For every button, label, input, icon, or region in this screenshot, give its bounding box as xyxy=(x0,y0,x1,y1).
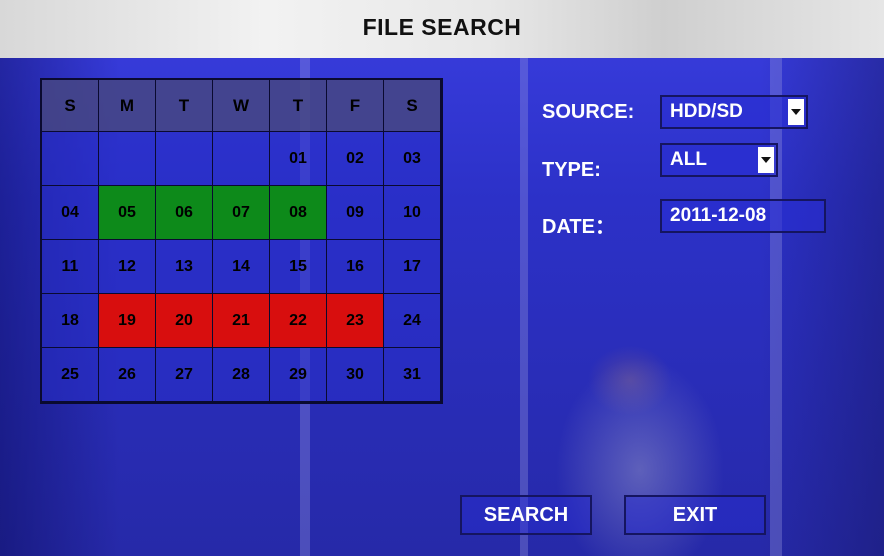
calendar-day-08[interactable]: 08 xyxy=(270,186,327,240)
calendar-day-07[interactable]: 07 xyxy=(213,186,270,240)
calendar-day-06[interactable]: 06 xyxy=(156,186,213,240)
date-field[interactable]: 2011-12-08 xyxy=(660,199,826,233)
weekday-header: S xyxy=(42,80,99,132)
calendar-empty-cell xyxy=(99,132,156,186)
type-value: ALL xyxy=(670,149,707,170)
source-label: SOURCE: xyxy=(542,101,635,123)
weekday-header: S xyxy=(384,80,441,132)
calendar-grid: S M T W T F S 01 02 03 04 05 06 07 08 09 10 11 12 13 14 15 16 1… xyxy=(40,78,443,404)
chevron-down-icon[interactable] xyxy=(788,99,804,125)
weekday-header: T xyxy=(270,80,327,132)
source-select[interactable]: HDD/SD xyxy=(660,95,808,129)
calendar-day-09[interactable]: 09 xyxy=(327,186,384,240)
weekday-header: W xyxy=(213,80,270,132)
weekday-header: T xyxy=(156,80,213,132)
exit-button[interactable]: EXIT xyxy=(624,495,766,535)
calendar-day-22[interactable]: 22 xyxy=(270,294,327,348)
calendar-day-18[interactable]: 18 xyxy=(42,294,99,348)
calendar-day-29[interactable]: 29 xyxy=(270,348,327,402)
calendar-day-25[interactable]: 25 xyxy=(42,348,99,402)
calendar-day-20[interactable]: 20 xyxy=(156,294,213,348)
source-value: HDD/SD xyxy=(670,101,743,122)
calendar-day-16[interactable]: 16 xyxy=(327,240,384,294)
title-bar: FILE SEARCH xyxy=(0,0,884,58)
calendar-day-17[interactable]: 17 xyxy=(384,240,441,294)
calendar-empty-cell xyxy=(213,132,270,186)
date-value: 2011-12-08 xyxy=(670,205,767,226)
calendar-day-15[interactable]: 15 xyxy=(270,240,327,294)
background-pole xyxy=(520,58,528,556)
calendar-day-31[interactable]: 31 xyxy=(384,348,441,402)
calendar-day-26[interactable]: 26 xyxy=(99,348,156,402)
calendar-day-14[interactable]: 14 xyxy=(213,240,270,294)
calendar-day-27[interactable]: 27 xyxy=(156,348,213,402)
date-label: DATE： xyxy=(542,216,615,238)
weekday-header: F xyxy=(327,80,384,132)
calendar-day-02[interactable]: 02 xyxy=(327,132,384,186)
search-button[interactable]: SEARCH xyxy=(460,495,592,535)
background-pole xyxy=(770,58,782,556)
calendar-day-11[interactable]: 11 xyxy=(42,240,99,294)
calendar-day-23[interactable]: 23 xyxy=(327,294,384,348)
page-title: FILE SEARCH xyxy=(362,14,522,40)
calendar-empty-cell xyxy=(42,132,99,186)
calendar-day-19[interactable]: 19 xyxy=(99,294,156,348)
calendar-day-01[interactable]: 01 xyxy=(270,132,327,186)
calendar-day-13[interactable]: 13 xyxy=(156,240,213,294)
calendar-day-30[interactable]: 30 xyxy=(327,348,384,402)
calendar-empty-cell xyxy=(156,132,213,186)
calendar-day-12[interactable]: 12 xyxy=(99,240,156,294)
type-label: TYPE: xyxy=(542,159,601,181)
calendar-day-03[interactable]: 03 xyxy=(384,132,441,186)
calendar-day-05[interactable]: 05 xyxy=(99,186,156,240)
weekday-header: M xyxy=(99,80,156,132)
calendar-day-21[interactable]: 21 xyxy=(213,294,270,348)
type-select[interactable]: ALL xyxy=(660,143,778,177)
calendar-day-04[interactable]: 04 xyxy=(42,186,99,240)
chevron-down-icon[interactable] xyxy=(758,147,774,173)
calendar-day-28[interactable]: 28 xyxy=(213,348,270,402)
calendar-day-24[interactable]: 24 xyxy=(384,294,441,348)
calendar-day-10[interactable]: 10 xyxy=(384,186,441,240)
